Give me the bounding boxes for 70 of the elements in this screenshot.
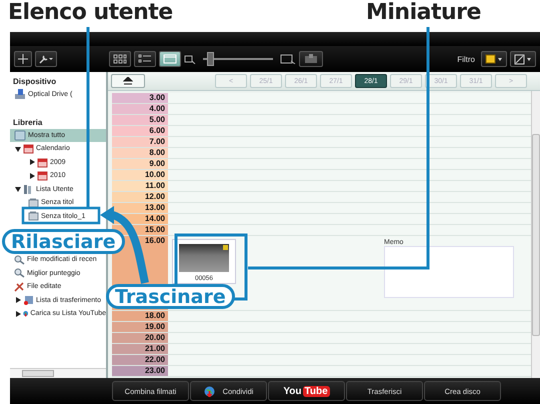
callout-heading: Elenco utente: [8, 0, 173, 25]
hour-label: 19.00: [112, 322, 168, 332]
callout-label: Trascinare: [106, 284, 235, 309]
section-heading: Dispositivo: [12, 76, 58, 88]
collapsed-triangle-icon[interactable]: [14, 297, 20, 304]
calendar-icon: [163, 54, 177, 64]
camera-icon: [303, 54, 319, 64]
zoom-in-icon: [280, 54, 296, 64]
collapsed-triangle-icon[interactable]: [14, 310, 20, 317]
device-icon: [23, 295, 34, 306]
up-arrow-icon: [123, 77, 133, 85]
magnifier-icon: [14, 268, 25, 278]
calendar-icon: [37, 170, 48, 182]
view-button[interactable]: [134, 51, 156, 67]
filter-label: Filtro: [457, 54, 475, 64]
globe-icon: [23, 308, 28, 320]
add-button[interactable]: [14, 51, 32, 67]
hour-label: 9.00: [112, 159, 168, 169]
vertical-scrollbar[interactable]: [531, 91, 540, 378]
globe-icon: [204, 386, 215, 396]
hour-label: 18.00: [112, 311, 168, 321]
books-icon: [23, 184, 34, 195]
expanded-triangle-icon[interactable]: [14, 146, 20, 152]
wrench-icon: [39, 54, 53, 64]
collapsed-triangle-icon[interactable]: [28, 172, 34, 179]
callout-heading: Miniature: [366, 0, 481, 25]
view-button[interactable]: [159, 51, 181, 67]
grid-icon: [113, 54, 127, 64]
hour-label: 8.00: [112, 148, 168, 158]
hour-label: 23.00: [112, 366, 168, 376]
hour-label: 3.00: [112, 93, 168, 103]
list-icon: [138, 54, 152, 64]
section-heading: Libreria: [12, 116, 44, 128]
hour-label: 4.00: [112, 104, 168, 114]
calendar-icon: [23, 143, 34, 154]
pencil-icon: [514, 54, 532, 64]
hour-label: 20.00: [112, 333, 168, 343]
hour-label: 5.00: [112, 115, 168, 125]
filter-dropdown[interactable]: [481, 51, 507, 67]
callout-label: Rilasciare: [2, 229, 125, 254]
hour-label: 21.00: [112, 344, 168, 354]
filter-icon: [485, 54, 503, 64]
hour-label: 12.00: [112, 192, 168, 202]
view-button[interactable]: [109, 51, 131, 67]
expanded-triangle-icon[interactable]: [14, 186, 20, 192]
plus-icon: [18, 54, 28, 64]
film-icon: [28, 211, 39, 222]
snapshot-button[interactable]: [299, 51, 323, 67]
collapsed-triangle-icon[interactable]: [28, 159, 34, 166]
drive-icon: [14, 89, 26, 100]
media-icon: [14, 130, 26, 141]
hour-label: 6.00: [112, 126, 168, 136]
hour-label: 13.00: [112, 203, 168, 213]
time-slot[interactable]: [168, 225, 531, 235]
edit-dropdown[interactable]: [510, 51, 536, 67]
up-button[interactable]: [111, 74, 145, 88]
scissors-icon: [14, 282, 25, 292]
hour-label: 7.00: [112, 137, 168, 147]
film-icon: [28, 198, 39, 208]
tools-button[interactable]: [35, 51, 57, 67]
zoom-out-icon: [184, 54, 196, 64]
rating-icon: [223, 245, 228, 250]
horizontal-scrollbar[interactable]: [10, 368, 106, 378]
memo-field[interactable]: [384, 246, 514, 298]
hour-label: 10.00: [112, 170, 168, 180]
calendar-icon: [37, 156, 48, 168]
hour-label: 22.00: [112, 355, 168, 365]
hour-label: 11.00: [112, 181, 168, 191]
magnifier-icon: [14, 254, 25, 265]
youtube-button[interactable]: You Tube: [268, 381, 345, 401]
